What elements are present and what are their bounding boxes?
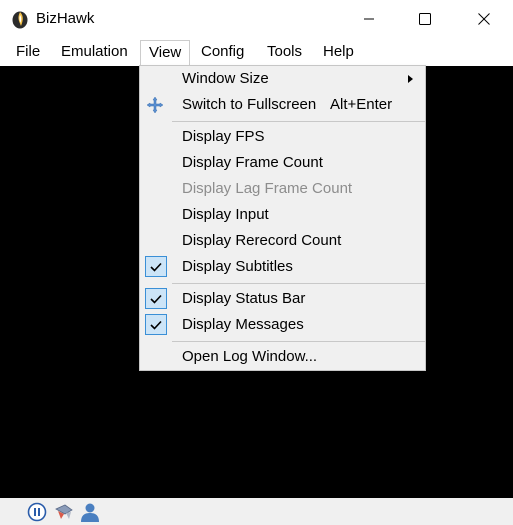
menu-item-label: Switch to Fullscreen <box>182 96 317 113</box>
checkmark-icon <box>145 288 167 309</box>
menu-item-display-messages[interactable]: Display Messages <box>140 312 425 338</box>
menu-item-display-frame-count[interactable]: Display Frame Count <box>140 150 425 176</box>
menu-item-label: Display Subtitles <box>182 258 293 275</box>
menu-item-open-log-window[interactable]: Open Log Window... <box>140 344 425 370</box>
menu-item-label: Display Input <box>182 206 269 223</box>
user-icon[interactable] <box>79 501 101 523</box>
menu-item-label: Display FPS <box>182 128 265 145</box>
menu-bar: File Emulation View Config Tools Help <box>0 38 513 66</box>
menu-item-label: Display Lag Frame Count <box>182 180 353 197</box>
menu-item-display-input[interactable]: Display Input <box>140 202 425 228</box>
menu-separator <box>172 121 425 122</box>
submenu-arrow-icon <box>408 75 413 83</box>
bizhawk-logo-icon <box>11 9 29 29</box>
menu-item-label: Display Messages <box>182 316 304 333</box>
menu-item-display-rerecord-count[interactable]: Display Rerecord Count <box>140 228 425 254</box>
menu-item-label: Display Rerecord Count <box>182 232 342 249</box>
menu-item-window-size[interactable]: Window Size <box>140 66 425 92</box>
menu-emulation[interactable]: Emulation <box>54 41 135 65</box>
menu-item-switch-fullscreen[interactable]: Switch to Fullscreen Alt+Enter <box>140 92 425 118</box>
menu-item-label: Display Frame Count <box>182 154 323 171</box>
menu-help[interactable]: Help <box>316 41 361 65</box>
menu-item-label: Open Log Window... <box>182 348 318 365</box>
move-arrows-icon <box>146 96 164 114</box>
menu-config[interactable]: Config <box>194 41 251 65</box>
checkmark-icon <box>145 256 167 277</box>
menu-view[interactable]: View <box>140 40 191 66</box>
minimize-icon <box>364 18 374 20</box>
shortcut-label: Alt+Enter <box>330 96 393 113</box>
menu-item-display-status-bar[interactable]: Display Status Bar <box>140 286 425 312</box>
menu-item-label: Window Size <box>182 70 269 87</box>
menu-separator <box>172 341 425 342</box>
menu-tools[interactable]: Tools <box>260 41 309 65</box>
menu-item-display-subtitles[interactable]: Display Subtitles <box>140 254 425 280</box>
menu-item-label: Display Status Bar <box>182 290 306 307</box>
close-icon <box>478 13 490 25</box>
maximize-button[interactable] <box>397 0 453 38</box>
controller-icon[interactable] <box>53 501 75 523</box>
minimize-button[interactable] <box>341 0 397 38</box>
menu-separator <box>172 283 425 284</box>
maximize-icon <box>419 13 431 25</box>
menu-item-display-fps[interactable]: Display FPS <box>140 124 425 150</box>
pause-icon[interactable] <box>27 502 49 524</box>
view-dropdown-menu: Window Size Switch to Fullscreen Alt+Ent… <box>139 65 426 371</box>
menu-item-display-lag-frame-count: Display Lag Frame Count <box>140 176 425 202</box>
checkmark-icon <box>145 314 167 335</box>
status-bar <box>0 498 513 525</box>
title-bar[interactable]: BizHawk <box>0 0 513 38</box>
menu-file[interactable]: File <box>9 41 47 65</box>
close-button[interactable] <box>456 0 512 38</box>
window-title: BizHawk <box>36 10 95 27</box>
